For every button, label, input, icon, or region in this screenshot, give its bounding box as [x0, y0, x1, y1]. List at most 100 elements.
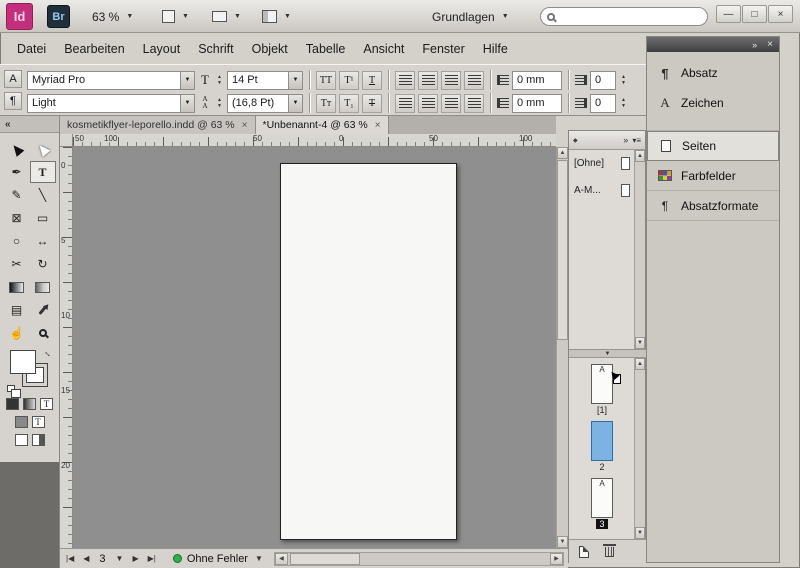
preflight-menu-dropdown[interactable]: ▼ — [253, 554, 265, 563]
window-restore-button[interactable]: □ — [742, 5, 767, 23]
scroll-up-icon[interactable]: ▲ — [635, 150, 645, 162]
superscript-button[interactable]: T¹ — [339, 71, 359, 90]
delete-page-button[interactable] — [605, 547, 614, 557]
menu-item-schrift[interactable]: Schrift — [189, 38, 242, 60]
masters-scrollbar[interactable]: ▲ ▼ — [634, 150, 645, 349]
menu-item-ansicht[interactable]: Ansicht — [354, 38, 413, 60]
vertical-scrollbar[interactable]: ▲ ▼ — [556, 147, 568, 548]
close-icon[interactable]: × — [242, 120, 248, 131]
search-input[interactable] — [560, 11, 702, 23]
close-dock-icon[interactable]: × — [767, 39, 773, 50]
dock-header[interactable]: » × — [647, 37, 779, 52]
frame-tool[interactable]: ⊠ — [4, 207, 30, 229]
gradient-tool[interactable] — [4, 276, 30, 298]
formatting-affects-container-button[interactable] — [15, 416, 28, 428]
menu-item-layout[interactable]: Layout — [134, 38, 190, 60]
page-menu-dropdown[interactable]: ▼ — [114, 554, 126, 563]
workspace-switcher[interactable]: Grundlagen ▼ — [432, 0, 509, 33]
chevron-down-icon[interactable]: ▼ — [288, 95, 302, 112]
page-thumbnail-2[interactable] — [591, 421, 613, 461]
scroll-right-icon[interactable]: ▶ — [550, 553, 563, 565]
master-item-a-master[interactable]: A-M... — [569, 177, 635, 204]
tools-panel-header[interactable]: « — [0, 116, 59, 133]
horizontal-scrollbar[interactable]: ◀ ▶ — [274, 552, 564, 566]
page-thumbnail-3[interactable]: A — [591, 478, 613, 518]
last-page-button[interactable]: ▶| — [146, 554, 158, 563]
scrollbar-thumb[interactable] — [557, 160, 568, 340]
bridge-launch-button[interactable]: Br — [47, 5, 70, 28]
document-page[interactable] — [280, 163, 457, 540]
screen-mode-button[interactable]: ▼ — [212, 0, 241, 33]
new-page-button[interactable] — [579, 546, 589, 558]
scissors-tool[interactable]: ✂ — [4, 253, 30, 275]
space-after-field[interactable]: 0 — [590, 94, 616, 113]
space-before-stepper[interactable]: ▲▼ — [619, 75, 628, 86]
free-transform-tool[interactable]: ↔ — [30, 230, 56, 252]
menu-item-fenster[interactable]: Fenster — [413, 38, 473, 60]
rectangle-tool[interactable]: ▭ — [30, 207, 56, 229]
pencil-tool[interactable]: ✎ — [4, 184, 30, 206]
ellipse-tool[interactable]: ○ — [4, 230, 30, 252]
preflight-status-text[interactable]: Ohne Fehler — [187, 553, 248, 565]
next-page-button[interactable]: ▶ — [130, 554, 140, 563]
close-icon[interactable]: × — [375, 120, 381, 131]
scroll-up-icon[interactable]: ▲ — [557, 147, 568, 159]
dock-button-farbfelder[interactable]: Farbfelder — [647, 161, 779, 191]
space-before-field[interactable]: 0 — [590, 71, 616, 90]
type-tool[interactable]: T — [30, 161, 56, 183]
chevron-down-icon[interactable]: ▼ — [180, 72, 194, 89]
apply-none-button[interactable]: T — [40, 398, 53, 410]
swap-fill-stroke-icon[interactable]: ↔ — [41, 346, 54, 359]
pasteboard[interactable] — [73, 147, 556, 548]
previous-page-button[interactable]: ◀ — [81, 554, 91, 563]
scroll-up-icon[interactable]: ▲ — [635, 358, 645, 370]
justify-button[interactable] — [464, 71, 484, 90]
chevron-down-icon[interactable]: ▼ — [180, 95, 194, 112]
pages-scrollbar[interactable]: ▲ ▼ — [634, 358, 645, 539]
panel-menu-icon[interactable]: ▾≡ — [632, 136, 641, 145]
align-left-button[interactable] — [395, 71, 415, 90]
character-formatting-mode-button[interactable]: A — [4, 70, 22, 88]
scrollbar-thumb[interactable] — [290, 553, 360, 565]
page-thumbnail-1[interactable]: A — [591, 364, 613, 404]
justify-all-button[interactable] — [464, 94, 484, 113]
leading-stepper[interactable]: ▲▼ — [215, 98, 224, 109]
page-number-field[interactable]: 3 — [96, 553, 108, 565]
font-size-combo[interactable]: 14 Pt ▼ — [227, 71, 303, 90]
font-family-combo[interactable]: Myriad Pro ▼ — [27, 71, 195, 90]
note-tool[interactable]: ▤ — [4, 299, 30, 321]
arrange-documents-button[interactable]: ▼ — [262, 0, 291, 33]
first-page-button[interactable]: |◀ — [64, 554, 76, 563]
document-tab-unbenannt4[interactable]: *Unbenannt-4 @ 63 % × — [256, 116, 389, 134]
document-tab-kosmetikflyer[interactable]: kosmetikflyer-leporello.indd @ 63 % × — [60, 116, 256, 134]
default-fill-stroke-icon[interactable] — [7, 385, 15, 392]
line-tool[interactable]: ╲ — [30, 184, 56, 206]
view-options-button[interactable]: ▼ — [162, 0, 189, 33]
leading-combo[interactable]: (16,8 Pt) ▼ — [227, 94, 303, 113]
small-caps-button[interactable]: Tт — [316, 94, 336, 113]
hand-tool[interactable]: ☝ — [4, 322, 30, 344]
menu-item-objekt[interactable]: Objekt — [243, 38, 297, 60]
expand-dock-icon[interactable]: » — [752, 40, 757, 50]
justify-left-button[interactable] — [395, 94, 415, 113]
justify-center-button[interactable] — [418, 94, 438, 113]
scroll-down-icon[interactable]: ▼ — [635, 337, 645, 349]
direct-selection-tool[interactable] — [30, 138, 56, 160]
pages-panel-header[interactable]: ◆ » ▾≡ — [569, 131, 645, 150]
pen-tool[interactable]: ✒ — [4, 161, 30, 183]
justify-right-button[interactable] — [441, 94, 461, 113]
rotate-tool[interactable]: ↻ — [30, 253, 56, 275]
scroll-down-icon[interactable]: ▼ — [635, 527, 645, 539]
menu-item-tabelle[interactable]: Tabelle — [297, 38, 355, 60]
selection-tool[interactable] — [4, 138, 30, 160]
first-line-indent-field[interactable]: 0 mm — [512, 94, 562, 113]
menu-item-bearbeiten[interactable]: Bearbeiten — [55, 38, 133, 60]
panel-splitter[interactable]: ▼ — [569, 349, 646, 358]
dock-button-absatzformate[interactable]: ¶ Absatzformate — [647, 191, 779, 221]
vertical-ruler[interactable]: 0 5 10 15 20 — [60, 147, 73, 548]
menu-item-hilfe[interactable]: Hilfe — [474, 38, 517, 60]
normal-view-button[interactable] — [15, 434, 28, 446]
font-size-stepper[interactable]: ▲▼ — [215, 75, 224, 86]
apply-color-button[interactable] — [6, 398, 19, 410]
scroll-left-icon[interactable]: ◀ — [275, 553, 288, 565]
